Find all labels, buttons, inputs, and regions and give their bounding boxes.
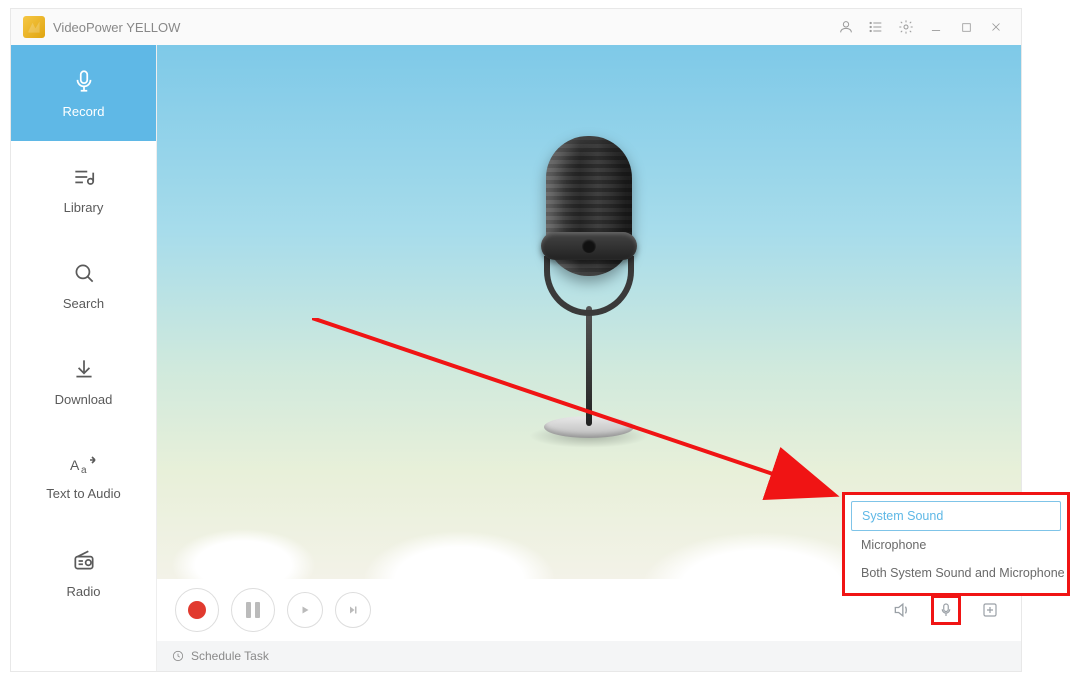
volume-icon[interactable] [889,597,915,623]
list-icon[interactable] [863,14,889,40]
audio-source-button[interactable] [933,597,959,623]
clock-icon [171,649,185,663]
sidebar-item-label: Download [55,392,113,407]
sidebar-item-search[interactable]: Search [11,237,156,333]
sidebar-item-text-to-audio[interactable]: Aa Text to Audio [11,429,156,525]
radio-icon [71,548,97,574]
account-icon[interactable] [833,14,859,40]
download-icon [71,356,97,382]
sidebar-item-radio[interactable]: Radio [11,525,156,621]
audio-source-option-microphone[interactable]: Microphone [851,531,1061,559]
settings-small-icon[interactable] [977,597,1003,623]
sidebar-item-label: Radio [67,584,101,599]
sidebar-item-library[interactable]: Library [11,141,156,237]
app-title: VideoPower YELLOW [53,20,180,35]
sidebar-item-record[interactable]: Record [11,45,156,141]
record-button[interactable] [175,588,219,632]
sidebar-item-label: Text to Audio [46,486,120,501]
sidebar-item-download[interactable]: Download [11,333,156,429]
close-button[interactable] [983,14,1009,40]
audio-source-option-system[interactable]: System Sound [851,501,1061,531]
svg-text:a: a [81,465,87,476]
audio-source-option-both[interactable]: Both System Sound and Microphone [851,559,1061,587]
play-button[interactable] [287,592,323,628]
sidebar-item-label: Record [63,104,105,119]
sidebar-item-label: Library [64,200,104,215]
search-icon [71,260,97,286]
svg-text:A: A [70,457,80,473]
titlebar: VideoPower YELLOW [11,9,1021,45]
sidebar: Record Library Search Download Aa Text t… [11,45,157,671]
settings-icon[interactable] [893,14,919,40]
microphone-illustration [489,136,689,456]
schedule-task-link[interactable]: Schedule Task [191,649,269,663]
pause-button[interactable] [231,588,275,632]
footer-bar: Schedule Task [157,641,1021,671]
text-to-audio-icon: Aa [70,454,98,476]
microphone-icon [71,68,97,94]
app-logo-icon [23,16,45,38]
library-icon [71,164,97,190]
audio-source-popup: System Sound Microphone Both System Soun… [842,492,1070,596]
sidebar-item-label: Search [63,296,104,311]
maximize-button[interactable] [953,14,979,40]
next-button[interactable] [335,592,371,628]
minimize-button[interactable] [923,14,949,40]
